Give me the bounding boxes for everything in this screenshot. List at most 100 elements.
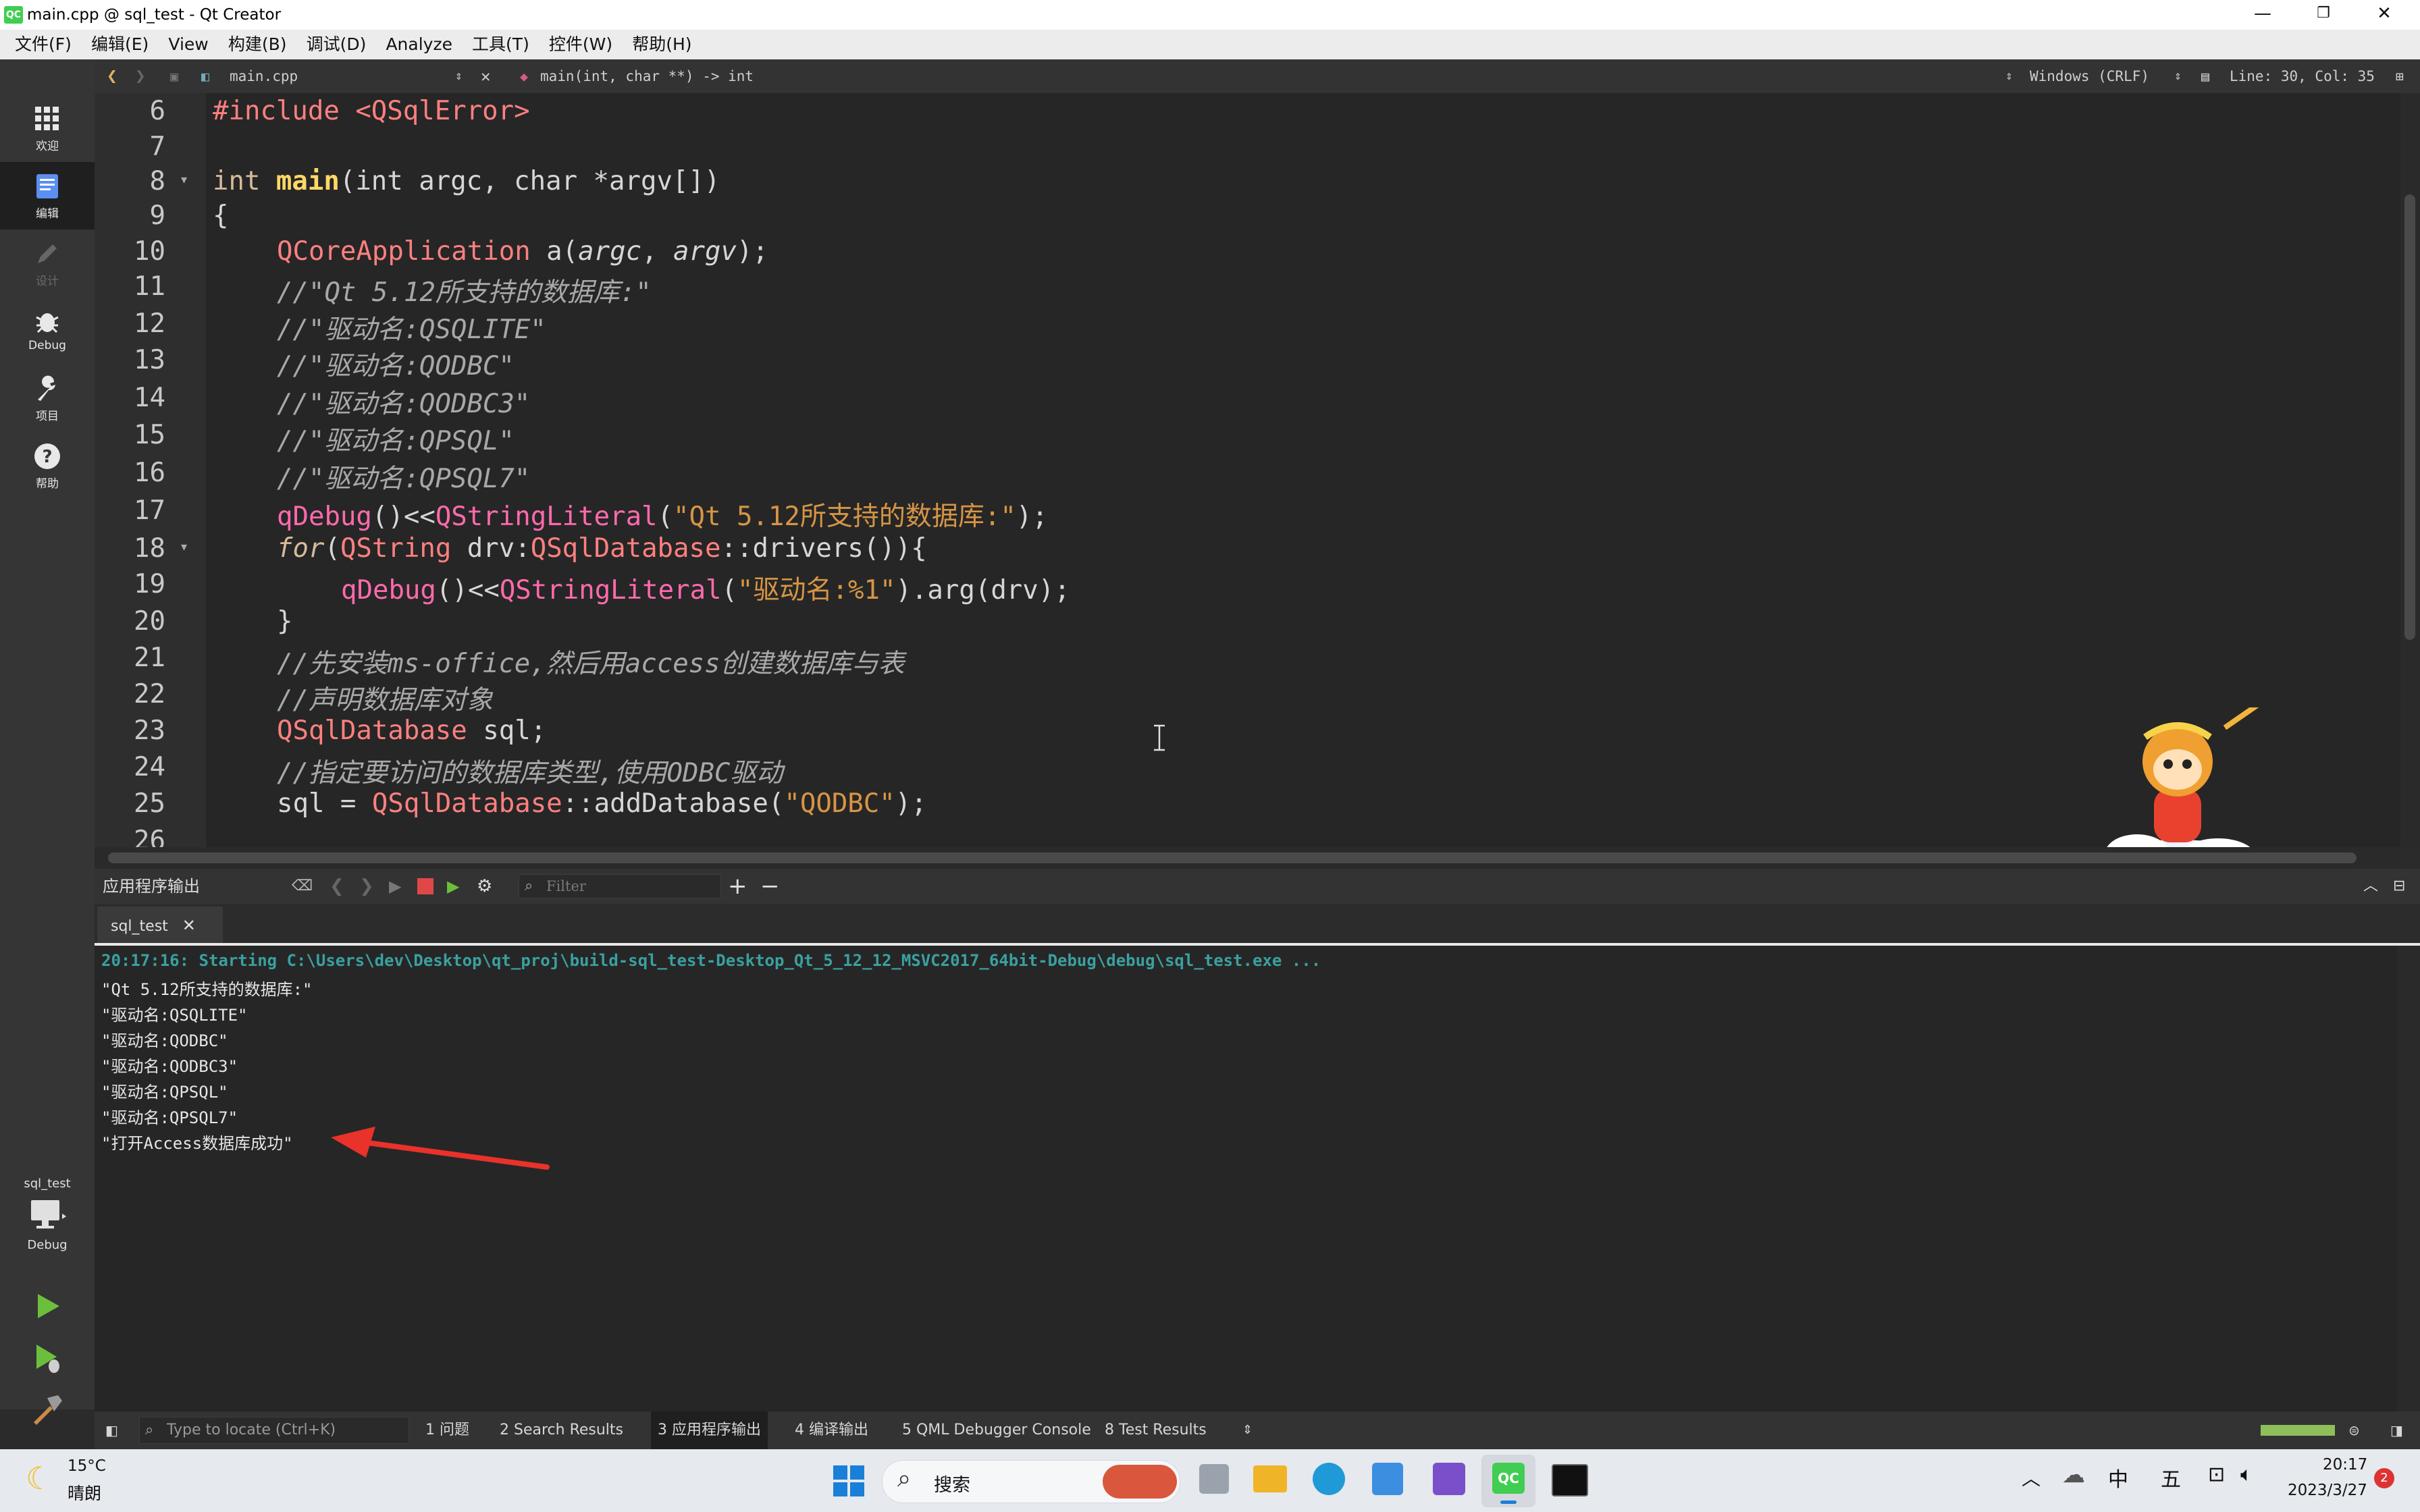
file-explorer-icon[interactable] — [1253, 1465, 1287, 1492]
ime-mode[interactable]: 五 — [2161, 1463, 2181, 1492]
output-vertical-scrollbar[interactable] — [2397, 946, 2420, 1411]
clean-icon[interactable]: ⌫ — [292, 869, 313, 904]
toggle-right-sidebar-icon[interactable]: ◨ — [2390, 1411, 2403, 1449]
file-selector[interactable]: main.cpp — [230, 59, 298, 93]
visual-studio-icon[interactable] — [1433, 1463, 1465, 1495]
symbol-selector-arrows-icon[interactable]: ⇕ — [2005, 59, 2013, 93]
mode-welcome[interactable]: 欢迎 — [0, 94, 95, 162]
menu-file[interactable]: 文件(F) — [7, 30, 80, 59]
prev-icon[interactable]: ❮ — [330, 869, 344, 904]
next-icon[interactable]: ❯ — [359, 869, 374, 904]
weather-temperature[interactable]: 15°C — [68, 1457, 106, 1475]
volume-icon[interactable]: 🔈︎ — [2240, 1463, 2253, 1486]
attach-debugger-icon[interactable]: ▶ — [447, 869, 459, 904]
nav-back-icon[interactable]: ❮ — [107, 59, 117, 93]
close-document-icon[interactable]: ✕ — [481, 59, 490, 93]
minimize-button[interactable]: — — [2232, 0, 2293, 30]
status-tab-test-results[interactable]: 8 Test Results — [1105, 1411, 1207, 1449]
status-tab-app-output[interactable]: 3 应用程序输出 — [651, 1411, 768, 1449]
scroll-thumb[interactable] — [108, 853, 2357, 863]
locator-placeholder: Type to locate (Ctrl+K) — [167, 1422, 336, 1438]
application-output[interactable]: 20:17:16: Starting C:\Users\dev\Desktop\… — [95, 946, 2397, 1411]
terminal-icon[interactable] — [1552, 1464, 1588, 1496]
status-tab-search-results[interactable]: 2 Search Results — [500, 1411, 623, 1449]
remove-icon[interactable]: − — [760, 869, 780, 904]
add-icon[interactable]: + — [728, 869, 747, 904]
menu-view[interactable]: View — [160, 30, 216, 59]
microsoft-store-icon[interactable] — [1372, 1463, 1403, 1495]
status-tab-compile-output[interactable]: 4 编译输出 — [795, 1411, 868, 1449]
line-ending-arrows-icon[interactable]: ⇕ — [2174, 59, 2182, 93]
qt-creator-logo-icon: QC — [4, 6, 23, 24]
output-filter-input[interactable]: ⌕ Filter — [519, 874, 721, 898]
network-icon[interactable]: ⊡ — [2208, 1463, 2225, 1486]
cursor-position[interactable]: Line: 30, Col: 35 — [2230, 59, 2375, 93]
windows-start-icon[interactable] — [832, 1464, 866, 1498]
clock-date[interactable]: 2023/3/27 — [2288, 1482, 2367, 1499]
window-title: main.cpp @ sql_test - Qt Creator — [27, 6, 282, 24]
maximize-pane-icon[interactable]: ︿ — [2363, 869, 2378, 904]
line-number: 13 — [134, 345, 165, 375]
menu-edit[interactable]: 编辑(E) — [83, 30, 157, 59]
kit-selector[interactable]: sql_test Debug — [0, 1177, 95, 1252]
editor-horizontal-scrollbar[interactable] — [95, 847, 2400, 869]
symbol-selector[interactable]: main(int, char **) -> int — [540, 59, 754, 93]
status-tab-qml-console[interactable]: 5 QML Debugger Console — [902, 1411, 1091, 1449]
line-number: 15 — [134, 420, 165, 450]
menu-controls[interactable]: 控件(W) — [541, 30, 621, 59]
split-icon[interactable]: ⊞ — [2396, 59, 2404, 93]
mode-projects[interactable]: 项目 — [0, 364, 95, 432]
menu-build[interactable]: 构建(B) — [220, 30, 295, 59]
output-line: "驱动名:QPSQL7" — [101, 1108, 238, 1127]
stop-icon[interactable] — [417, 878, 433, 894]
menu-help[interactable]: 帮助(H) — [624, 30, 700, 59]
onedrive-cloud-icon[interactable]: ☁ — [2062, 1461, 2085, 1488]
more-tabs-arrows-icon[interactable]: ⇕ — [1242, 1411, 1253, 1449]
restore-button[interactable]: ❐ — [2293, 0, 2354, 30]
task-view-icon[interactable] — [1199, 1464, 1229, 1494]
qt-creator-taskbar-button[interactable]: QC — [1481, 1455, 1535, 1507]
mode-debug[interactable]: Debug — [0, 297, 95, 364]
symbol-tag-icon: ◆ — [520, 68, 529, 84]
code-editor[interactable]: #include <QSqlError> int main(int argc, … — [206, 93, 2400, 847]
fold-arrow-icon[interactable]: ▾ — [181, 173, 187, 187]
menu-tools[interactable]: 工具(T) — [464, 30, 537, 59]
line-ending-selector[interactable]: Windows (CRLF) — [2030, 59, 2149, 93]
settings-gear-icon[interactable]: ⚙ — [477, 869, 492, 904]
outline-icon[interactable]: ▤ — [2201, 59, 2209, 93]
ime-language[interactable]: 中 — [2108, 1463, 2128, 1492]
close-tab-icon[interactable]: ✕ — [182, 916, 196, 935]
mode-help[interactable]: ? 帮助 — [0, 432, 95, 500]
edge-browser-icon[interactable] — [1313, 1463, 1345, 1495]
notification-badge[interactable]: 2 — [2374, 1468, 2394, 1488]
scroll-thumb[interactable] — [2404, 194, 2415, 640]
fold-arrow-icon[interactable]: ▾ — [181, 540, 187, 554]
taskbar-search-box[interactable]: ⌕ 搜索 — [882, 1460, 1180, 1503]
locator-input[interactable]: ⌕ Type to locate (Ctrl+K) — [139, 1417, 409, 1444]
output-line: "驱动名:QODBC" — [101, 1031, 228, 1050]
run-icon[interactable] — [32, 1291, 62, 1321]
debug-run-icon[interactable] — [32, 1342, 62, 1374]
rerun-icon[interactable]: ▶ — [389, 869, 401, 904]
status-tab-issues[interactable]: 1 问题 — [425, 1411, 469, 1449]
mode-design[interactable]: 设计 — [0, 230, 95, 297]
menu-debug[interactable]: 调试(D) — [298, 30, 375, 59]
toggle-sidebar-icon[interactable]: ◧ — [105, 1411, 118, 1449]
code-comment: //指定要访问的数据库类型,使用ODBC驱动 — [277, 758, 783, 788]
monkey-king-mascot-icon — [2107, 707, 2259, 847]
mode-edit[interactable]: 编辑 — [0, 162, 95, 230]
weather-description[interactable]: 晴朗 — [68, 1480, 101, 1505]
output-pane-title: 应用程序输出 — [103, 877, 200, 896]
build-hammer-icon[interactable] — [30, 1393, 65, 1425]
tray-chevron-up-icon[interactable]: ︿ — [2022, 1464, 2041, 1491]
nav-forward-icon[interactable]: ❯ — [135, 59, 146, 93]
close-button[interactable]: ✕ — [2354, 0, 2415, 30]
line-number: 11 — [134, 271, 165, 302]
file-selector-arrows-icon[interactable]: ⇕ — [455, 59, 463, 93]
output-tab-sql-test[interactable]: sql_test ✕ — [97, 907, 223, 944]
close-pane-icon[interactable]: ⊟ — [2393, 869, 2405, 904]
menu-analyze[interactable]: Analyze — [377, 30, 461, 59]
clock-time[interactable]: 20:17 — [2323, 1456, 2367, 1474]
editor-vertical-scrollbar[interactable] — [2400, 93, 2420, 847]
progress-details-icon[interactable]: ⊜ — [2348, 1411, 2360, 1449]
